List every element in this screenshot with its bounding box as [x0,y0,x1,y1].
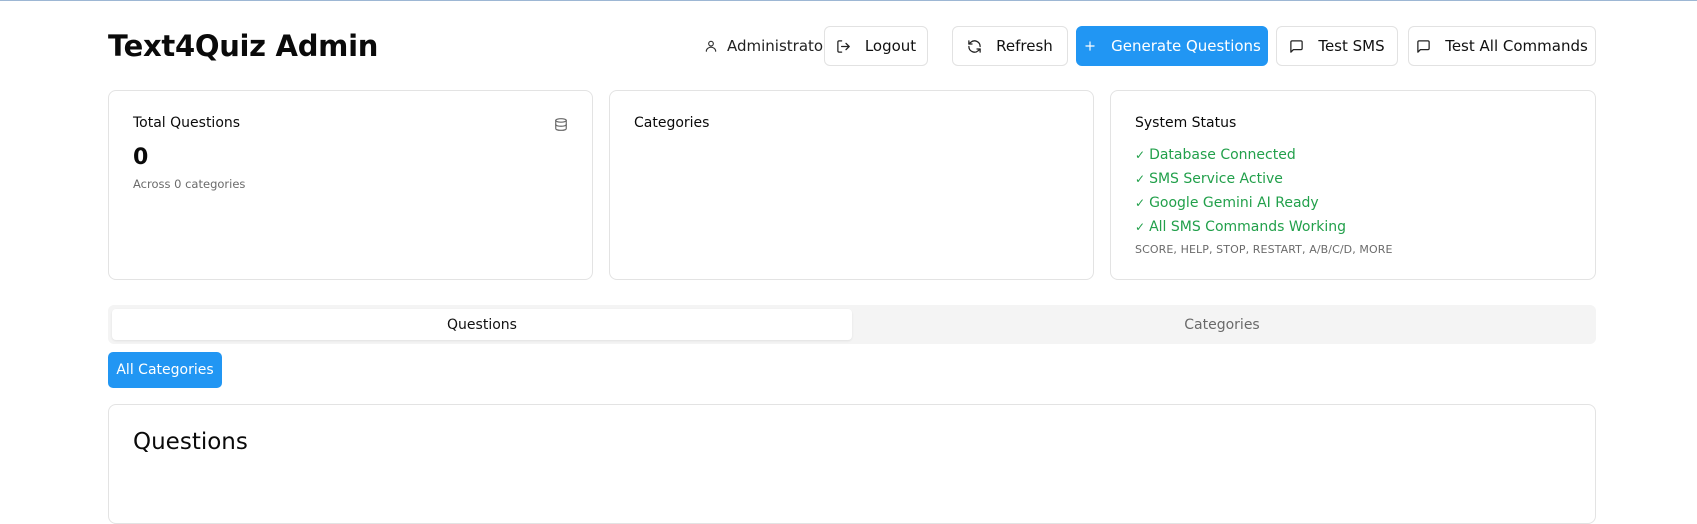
status-text: All SMS Commands Working [1149,219,1346,235]
plus-icon [1085,41,1095,51]
test-all-commands-button[interactable]: Test All Commands [1408,26,1596,66]
logout-icon [837,39,850,53]
test-sms-label: Test SMS [1318,37,1385,55]
generate-questions-button[interactable]: Generate Questions [1076,26,1268,66]
questions-panel: Questions [108,404,1596,524]
tab-questions[interactable]: Questions [112,309,852,340]
status-item: ✓ Google Gemini AI Ready [1135,191,1393,215]
message-icon [1417,39,1430,53]
user-icon [705,40,717,52]
status-text: Database Connected [1149,147,1296,163]
current-user: Administrator [704,26,829,66]
status-text: SMS Service Active [1149,171,1283,187]
generate-questions-label: Generate Questions [1111,37,1261,55]
card-title: Total Questions [133,115,241,131]
card-title: System Status [1135,115,1237,131]
tab-categories[interactable]: Categories [852,309,1592,340]
total-questions-subtitle: Across 0 categories [133,177,246,191]
categories-card: Categories [609,90,1094,280]
tab-bar: Questions Categories [108,305,1596,344]
database-icon [555,118,567,131]
refresh-button[interactable]: Refresh [952,26,1068,66]
sms-commands-note: SCORE, HELP, STOP, RESTART, A/B/C/D, MOR… [1135,243,1393,256]
questions-panel-title: Questions [133,429,248,455]
status-text: Google Gemini AI Ready [1149,195,1319,211]
check-icon: ✓ [1135,172,1146,186]
header: Text4Quiz Admin Administrator Logout Ref… [108,26,1596,66]
check-icon: ✓ [1135,196,1146,210]
status-item: ✓ SMS Service Active [1135,167,1393,191]
all-categories-button[interactable]: All Categories [108,352,222,388]
status-item: ✓ Database Connected [1135,143,1393,167]
top-border [0,0,1697,1]
refresh-label: Refresh [996,37,1053,55]
system-status-card: System Status ✓ Database Connected ✓ SMS S… [1110,90,1596,280]
status-item: ✓ All SMS Commands Working [1135,215,1393,239]
total-questions-value: 0 [133,145,149,170]
card-title: Categories [634,115,710,131]
refresh-icon [968,39,981,53]
logout-button[interactable]: Logout [824,26,928,66]
test-all-commands-label: Test All Commands [1445,37,1588,55]
user-name: Administrator [727,37,830,55]
page-title: Text4Quiz Admin [108,29,379,63]
check-icon: ✓ [1135,220,1146,234]
test-sms-button[interactable]: Test SMS [1276,26,1398,66]
status-list: ✓ Database Connected ✓ SMS Service Active … [1135,143,1393,256]
logout-label: Logout [864,37,917,55]
check-icon: ✓ [1135,148,1146,162]
message-icon [1290,39,1304,53]
total-questions-card: Total Questions 0 Across 0 categories [108,90,593,280]
